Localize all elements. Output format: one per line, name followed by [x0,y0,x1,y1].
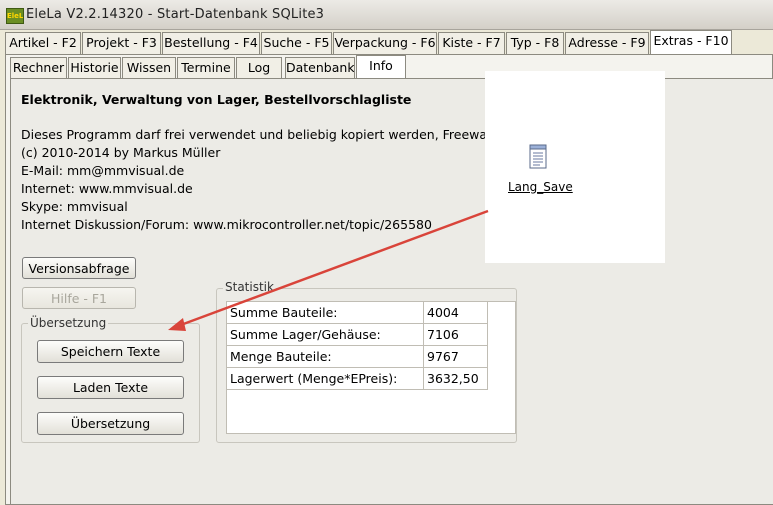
window-title: EleLa V2.2.14320 - Start-Datenbank SQLit… [26,7,325,22]
info-line-copyright: (c) 2010-2014 by Markus Müller [21,145,221,160]
help-button[interactable]: Hilfe - F1 [22,287,136,309]
tab-adresse[interactable]: Adresse - F9 [565,32,649,54]
info-line-internet: Internet: www.mmvisual.de [21,181,193,196]
file-label[interactable]: Lang_Save [508,180,573,194]
save-texts-button[interactable]: Speichern Texte [37,340,184,363]
tab-bestellung[interactable]: Bestellung - F4 [162,32,260,54]
tab-suche[interactable]: Suche - F5 [261,32,332,54]
tab-info[interactable]: Info [356,55,406,78]
tab-wissen[interactable]: Wissen [122,57,176,78]
tab-artikel[interactable]: Artikel - F2 [5,32,81,54]
tab-kiste[interactable]: Kiste - F7 [438,32,505,54]
statistics-group-label: Statistik [223,280,276,294]
tab-projekt[interactable]: Projekt - F3 [82,32,161,54]
info-line-email: E-Mail: mm@mmvisual.de [21,163,185,178]
version-check-button[interactable]: Versionsabfrage [22,257,136,279]
stat-value: 9767 [423,345,488,368]
stat-label: Summe Lager/Gehäuse: [226,323,424,346]
file-popup [485,71,665,263]
tab-typ[interactable]: Typ - F8 [506,32,564,54]
stat-label: Summe Bauteile: [226,301,424,324]
tab-datenbank[interactable]: Datenbank [285,57,355,78]
table-row: Lagerwert (Menge*EPreis): 3632,50 [226,367,488,390]
table-row: Menge Bauteile: 9767 [226,345,488,368]
info-line-forum: Internet Diskussion/Forum: www.mikrocont… [21,217,432,232]
stat-value: 4004 [423,301,488,324]
notepad-icon[interactable] [528,142,548,170]
table-row: Summe Bauteile: 4004 [226,301,488,324]
info-heading: Elektronik, Verwaltung von Lager, Bestel… [21,92,412,107]
stat-value: 3632,50 [423,367,488,390]
title-bar: EleLa EleLa V2.2.14320 - Start-Datenbank… [0,0,773,30]
statistics-table: Summe Bauteile: 4004 Summe Lager/Gehäuse… [226,301,488,390]
stat-label: Menge Bauteile: [226,345,424,368]
tab-log[interactable]: Log [236,57,282,78]
tab-rechner[interactable]: Rechner [10,57,67,78]
tab-extras[interactable]: Extras - F10 [650,30,732,54]
translation-group-label: Übersetzung [28,316,109,330]
translation-button[interactable]: Übersetzung [37,412,184,435]
stat-value: 7106 [423,323,488,346]
load-texts-button[interactable]: Laden Texte [37,376,184,399]
stat-label: Lagerwert (Menge*EPreis): [226,367,424,390]
table-row: Summe Lager/Gehäuse: 7106 [226,323,488,346]
tab-historie[interactable]: Historie [68,57,121,78]
info-line-skype: Skype: mmvisual [21,199,128,214]
app-icon: EleLa [6,8,24,24]
tab-verpackung[interactable]: Verpackung - F6 [333,32,437,54]
info-line-license: Dieses Programm darf frei verwendet und … [21,127,500,142]
tab-termine[interactable]: Termine [177,57,235,78]
